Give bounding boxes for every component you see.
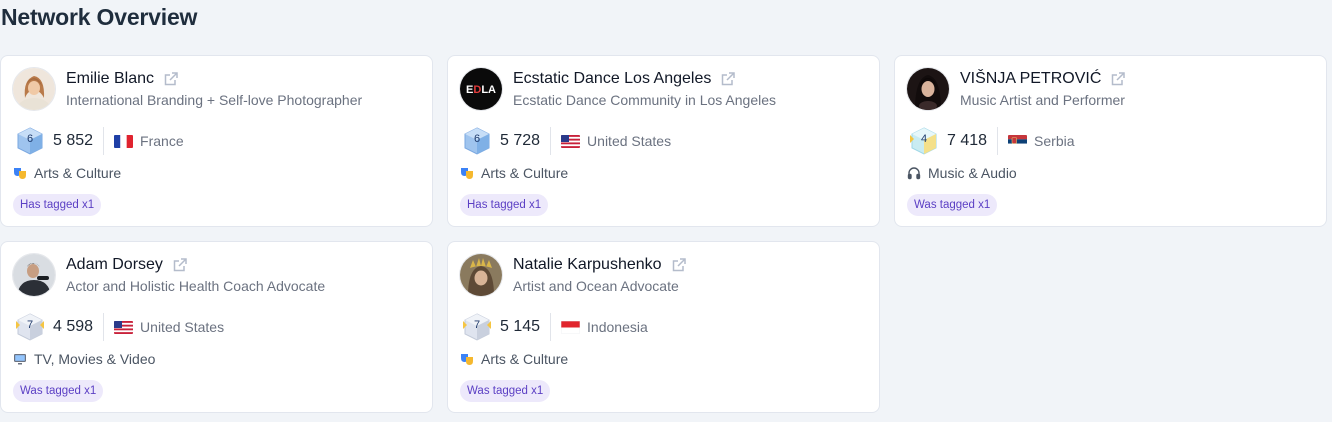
usa-flag-icon — [561, 134, 581, 148]
profile-name[interactable]: Adam Dorsey — [66, 256, 163, 274]
avatar[interactable] — [13, 254, 55, 296]
level-number: 4 — [920, 133, 928, 145]
external-link-icon[interactable] — [720, 71, 736, 87]
profile-card[interactable]: Natalie Karpushenko Artist and Ocean Adv… — [447, 241, 880, 413]
indonesia-flag-icon — [561, 320, 581, 334]
divider — [103, 313, 105, 341]
level-number: 6 — [26, 133, 34, 145]
level-badge: 7 — [460, 312, 494, 342]
external-link-icon[interactable] — [163, 71, 179, 87]
divider — [103, 127, 105, 155]
country-label: Serbia — [1034, 133, 1075, 149]
level-number: 6 — [473, 133, 481, 145]
theater-masks-icon — [460, 166, 474, 180]
profile-name[interactable]: Ecstatic Dance Los Angeles — [513, 70, 711, 88]
category-label: Arts & Culture — [34, 165, 122, 181]
category-label: TV, Movies & Video — [34, 351, 156, 367]
divider — [550, 127, 552, 155]
follower-count: 7 418 — [947, 132, 988, 149]
country-label: United States — [140, 319, 225, 335]
external-link-icon[interactable] — [671, 257, 687, 273]
follower-count: 5 852 — [53, 132, 94, 149]
profile-card[interactable]: VIŠNJA PETROVIĆ Music Artist and Perform… — [894, 55, 1327, 227]
category-label: Music & Audio — [928, 165, 1017, 181]
profile-name[interactable]: VIŠNJA PETROVIĆ — [960, 70, 1101, 88]
tag-status-badge: Was tagged x1 — [13, 380, 104, 402]
france-flag-icon — [114, 134, 134, 148]
level-badge: 6 — [460, 126, 494, 156]
follower-count: 4 598 — [53, 318, 94, 335]
tag-status-badge: Was tagged x1 — [907, 194, 998, 216]
profile-subtitle: Artist and Ocean Advocate — [513, 278, 679, 294]
theater-masks-icon — [460, 352, 474, 366]
level-number: 7 — [26, 319, 34, 331]
profile-card[interactable]: EDLA Ecstatic Dance Los Angeles Ecstatic… — [447, 55, 880, 227]
avatar[interactable] — [13, 68, 55, 110]
profile-subtitle: Ecstatic Dance Community in Los Angeles — [513, 92, 777, 108]
country-label: United States — [587, 133, 672, 149]
category-label: Arts & Culture — [481, 165, 569, 181]
divider — [550, 313, 552, 341]
tv-icon — [13, 352, 27, 366]
profile-card[interactable]: Adam Dorsey Actor and Holistic Health Co… — [0, 241, 433, 413]
level-badge: 4 — [907, 126, 941, 156]
profile-card[interactable]: Emilie Blanc International Branding + Se… — [0, 55, 433, 227]
follower-count: 5 728 — [500, 132, 541, 149]
profile-subtitle: International Branding + Self-love Photo… — [66, 92, 363, 108]
serbia-flag-icon — [1008, 134, 1028, 148]
category-label: Arts & Culture — [481, 351, 569, 367]
divider — [997, 127, 999, 155]
level-badge: 6 — [13, 126, 47, 156]
page-title: Network Overview — [1, 4, 198, 30]
profile-name[interactable]: Emilie Blanc — [66, 70, 154, 88]
level-number: 7 — [473, 319, 481, 331]
avatar[interactable]: EDLA — [460, 68, 502, 110]
country-label: Indonesia — [587, 319, 648, 335]
external-link-icon[interactable] — [1110, 71, 1126, 87]
tag-status-badge: Has tagged x1 — [460, 194, 549, 216]
profile-subtitle: Actor and Holistic Health Coach Advocate — [66, 278, 326, 294]
edla-logo: EDLA — [466, 84, 496, 96]
external-link-icon[interactable] — [172, 257, 188, 273]
headphones-icon — [907, 166, 921, 180]
follower-count: 5 145 — [500, 318, 541, 335]
theater-masks-icon — [13, 166, 27, 180]
country-label: France — [140, 133, 184, 149]
avatar[interactable] — [460, 254, 502, 296]
usa-flag-icon — [114, 320, 134, 334]
profile-name[interactable]: Natalie Karpushenko — [513, 256, 662, 274]
tag-status-badge: Was tagged x1 — [460, 380, 551, 402]
avatar[interactable] — [907, 68, 949, 110]
tag-status-badge: Has tagged x1 — [13, 194, 102, 216]
profile-subtitle: Music Artist and Performer — [960, 92, 1125, 108]
level-badge: 7 — [13, 312, 47, 342]
